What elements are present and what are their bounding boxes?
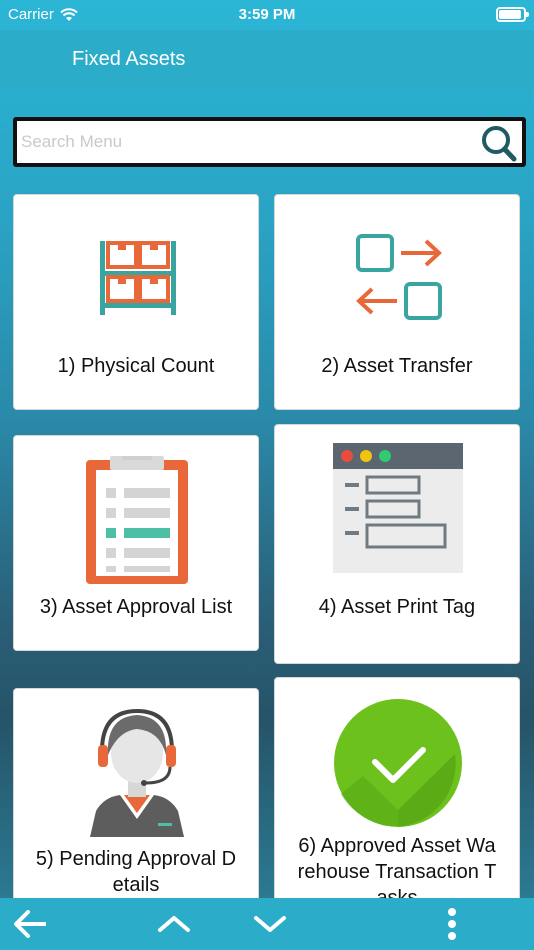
support-agent-icon: [90, 708, 184, 837]
menu-card-label: 1) Physical Count: [57, 355, 215, 377]
back-arrow-icon[interactable]: [10, 906, 50, 942]
battery-icon: [496, 7, 529, 22]
status-time: 3:59 PM: [238, 6, 296, 23]
menu-card-asset-transfer[interactable]: 2) Asset Transfer: [274, 194, 520, 410]
checkmark-circle-icon: [334, 699, 462, 827]
transfer-arrows-icon: [356, 234, 442, 320]
menu-card-label: 2) Asset Transfer: [321, 355, 473, 377]
menu-card-asset-print-tag[interactable]: 4) Asset Print Tag: [274, 424, 520, 664]
clipboard-list-icon: [86, 456, 188, 584]
menu-card-label: 5) Pending Approval D etails: [35, 848, 237, 896]
more-options-icon[interactable]: [432, 906, 472, 942]
chevron-up-icon[interactable]: [154, 906, 194, 942]
nav-bar: Fixed Assets: [0, 30, 534, 90]
bottom-toolbar: [0, 898, 534, 950]
menu-card-approved-asset-warehouse-transaction-tasks[interactable]: 6) Approved Asset Wa rehouse Transaction…: [274, 677, 520, 918]
page-title: Fixed Assets: [72, 48, 186, 70]
search-input[interactable]: [21, 127, 481, 157]
menu-card-pending-approval-details[interactable]: 5) Pending Approval D etails: [13, 688, 259, 918]
menu-card-physical-count[interactable]: 1) Physical Count: [13, 194, 259, 410]
browser-window-icon: [333, 443, 463, 573]
menu-card-asset-approval-list[interactable]: 3) Asset Approval List: [13, 435, 259, 651]
status-bar: Carrier 3:59 PM: [0, 0, 534, 30]
warehouse-shelf-icon: [100, 241, 176, 315]
chevron-down-icon[interactable]: [250, 906, 290, 942]
menu-card-label: 3) Asset Approval List: [39, 596, 233, 618]
menu-card-label: 4) Asset Print Tag: [318, 596, 476, 618]
search-icon[interactable]: [480, 123, 518, 163]
search-box: [13, 117, 526, 167]
